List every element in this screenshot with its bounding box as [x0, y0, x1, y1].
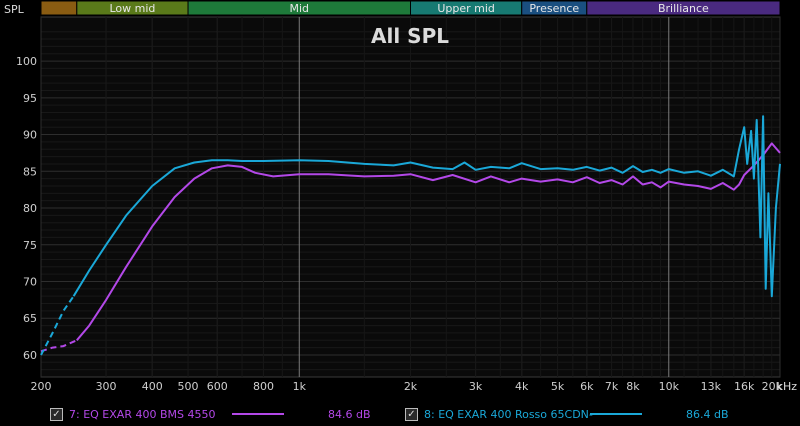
y-tick-label-8: 100 — [16, 55, 37, 68]
band-0 — [40, 0, 78, 16]
x-tick-label-12: 7k — [605, 380, 619, 393]
y-tick-label-2: 70 — [23, 275, 37, 288]
y-tick-label-7: 95 — [23, 92, 37, 105]
x-tick-label-13: 8k — [626, 380, 640, 393]
legend-swatch-1 — [232, 405, 284, 423]
x-tick-label-2: 400 — [142, 380, 163, 393]
legend-label-2: 8: EQ EXAR 400 Rosso 65CDN- — [424, 407, 593, 421]
legend-item-2[interactable]: ✓ 8: EQ EXAR 400 Rosso 65CDN- — [405, 405, 593, 423]
legend-label-1: 7: EQ EXAR 400 BMS 4550 — [69, 407, 216, 421]
y-tick-label-1: 65 — [23, 312, 37, 325]
x-tick-label-1: 300 — [96, 380, 117, 393]
legend-checkbox-1[interactable]: ✓ — [50, 407, 63, 421]
x-tick-labels: 200 300 400 500 600 800 1k 2k 3k 4k 5k 6k 7k 8k 10k 13k… — [31, 380, 783, 393]
band-label-4: Presence — [529, 2, 579, 15]
y-tick-label-3: 75 — [23, 239, 37, 252]
legend-checkbox-2[interactable]: ✓ — [405, 407, 418, 421]
y-tick-label-5: 85 — [23, 165, 37, 178]
x-tick-label-4: 600 — [207, 380, 228, 393]
legend-item-1[interactable]: ✓ 7: EQ EXAR 400 BMS 4550 — [50, 405, 215, 423]
frequency-bands: Low mid Mid Upper mid Presence Brilliance — [40, 0, 781, 16]
y-axis-label: SPL — [4, 3, 25, 16]
legend-swatch-2 — [590, 405, 642, 423]
x-tick-label-9: 4k — [515, 380, 529, 393]
x-axis-unit: kHz — [777, 380, 798, 393]
band-label-3: Upper mid — [437, 2, 495, 15]
x-tick-label-3: 500 — [178, 380, 199, 393]
legend-value-1: 84.6 dB — [328, 407, 371, 421]
x-tick-label-7: 2k — [404, 380, 418, 393]
x-tick-label-6: 1k — [293, 380, 307, 393]
x-tick-label-11: 6k — [580, 380, 594, 393]
band-label-1: Low mid — [109, 2, 155, 15]
x-tick-label-10: 5k — [551, 380, 565, 393]
x-tick-label-15: 13k — [701, 380, 722, 393]
x-tick-label-0: 200 — [31, 380, 52, 393]
band-label-5: Brilliance — [658, 2, 709, 15]
x-tick-label-14: 10k — [659, 380, 680, 393]
chart-title: All SPL — [371, 24, 449, 48]
y-tick-label-6: 90 — [23, 129, 37, 142]
y-tick-label-0: 60 — [23, 349, 37, 362]
x-tick-label-5: 800 — [253, 380, 274, 393]
y-tick-label-4: 80 — [23, 202, 37, 215]
spl-chart: Low mid Mid Upper mid Presence Brilliance 20… — [4, 0, 798, 393]
grid — [40, 16, 781, 378]
x-tick-label-16: 16k — [734, 380, 755, 393]
band-label-2: Mid — [290, 2, 310, 15]
y-tick-labels: 60 65 70 75 80 85 90 95 100 — [16, 55, 37, 362]
legend-value-2: 86.4 dB — [686, 407, 729, 421]
x-tick-label-8: 3k — [469, 380, 483, 393]
